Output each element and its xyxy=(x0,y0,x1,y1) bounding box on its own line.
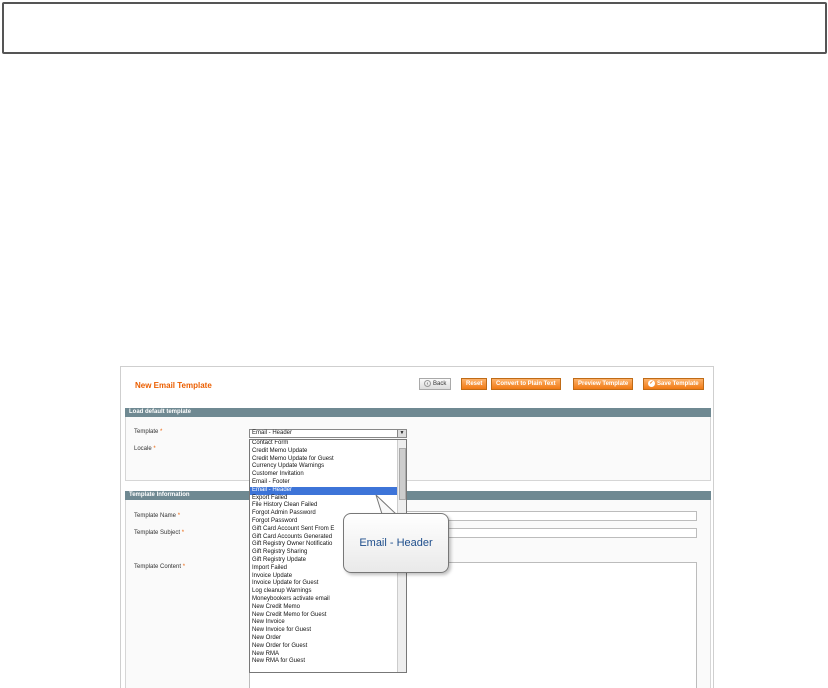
save-template-button[interactable]: ✓ Save Template xyxy=(643,378,704,390)
template-subject-label: Template Subject * xyxy=(134,530,184,536)
dropdown-option[interactable]: Credit Memo Update for Guest xyxy=(250,456,406,464)
dropdown-option[interactable]: Invoice Update for Guest xyxy=(250,580,406,588)
check-icon: ✓ xyxy=(648,379,655,387)
required-marker: * xyxy=(153,446,156,452)
dropdown-option[interactable]: Contact Form xyxy=(250,440,406,448)
load-default-section-header: Load default template xyxy=(125,408,711,417)
dropdown-option[interactable]: New Credit Memo xyxy=(250,604,406,612)
dropdown-option[interactable]: Invoice Update xyxy=(250,573,406,581)
dropdown-option[interactable]: New Credit Memo for Guest xyxy=(250,612,406,620)
dropdown-option[interactable]: Credit Memo Update xyxy=(250,448,406,456)
back-label: Back xyxy=(433,381,447,387)
template-select-value: Email - Header xyxy=(252,430,293,436)
preview-template-button[interactable]: Preview Template xyxy=(573,378,634,390)
template-name-label-text: Template Name xyxy=(134,513,177,519)
dropdown-option[interactable]: Moneybookers activate email xyxy=(250,596,406,604)
template-select[interactable]: Email - Header ▼ xyxy=(249,429,407,438)
required-marker: * xyxy=(181,530,185,536)
dropdown-option[interactable]: New Order for Guest xyxy=(250,643,406,651)
preview-label: Preview Template xyxy=(578,381,629,387)
locale-label: Locale * xyxy=(134,446,156,452)
required-marker: * xyxy=(160,429,163,435)
template-content-label: Template Content * xyxy=(134,564,185,570)
back-arrow-icon: ‹ xyxy=(424,379,431,387)
template-content-label-text: Template Content xyxy=(134,564,182,570)
scrollbar-thumb[interactable] xyxy=(399,448,406,500)
template-subject-label-text: Template Subject xyxy=(134,530,181,536)
dropdown-arrow-icon[interactable]: ▼ xyxy=(397,430,406,437)
save-label: Save Template xyxy=(657,381,699,387)
convert-to-plain-text-button[interactable]: Convert to Plain Text xyxy=(491,378,561,390)
dropdown-option[interactable]: Email - Footer xyxy=(250,479,406,487)
empty-frame-box xyxy=(2,2,827,54)
dropdown-option[interactable]: New Invoice for Guest xyxy=(250,627,406,635)
reset-label: Reset xyxy=(466,381,483,387)
convert-label: Convert to Plain Text xyxy=(496,381,556,387)
template-name-label: Template Name * xyxy=(134,513,180,519)
dropdown-option[interactable]: New RMA xyxy=(250,651,406,659)
dropdown-option[interactable]: New Order xyxy=(250,635,406,643)
locale-label-text: Locale xyxy=(134,446,152,452)
template-label: Template * xyxy=(134,429,162,435)
callout-bubble: Email - Header xyxy=(343,513,449,573)
dropdown-option[interactable]: Customer Invitation xyxy=(250,471,406,479)
template-label-text: Template xyxy=(134,429,159,435)
dropdown-option[interactable]: Log cleanup Warnings xyxy=(250,588,406,596)
dropdown-option[interactable]: New RMA for Guest xyxy=(250,658,406,666)
back-button[interactable]: ‹ Back xyxy=(419,378,452,390)
page-title: New Email Template xyxy=(135,381,212,390)
template-information-section-header: Template Information xyxy=(125,491,711,500)
reset-button[interactable]: Reset xyxy=(461,378,488,390)
required-marker: * xyxy=(182,564,186,570)
callout-text: Email - Header xyxy=(359,537,433,549)
load-default-fieldset xyxy=(125,417,711,481)
dropdown-option[interactable]: New Invoice xyxy=(250,619,406,627)
dropdown-option[interactable]: Currency Update Warnings xyxy=(250,463,406,471)
required-marker: * xyxy=(177,513,181,519)
